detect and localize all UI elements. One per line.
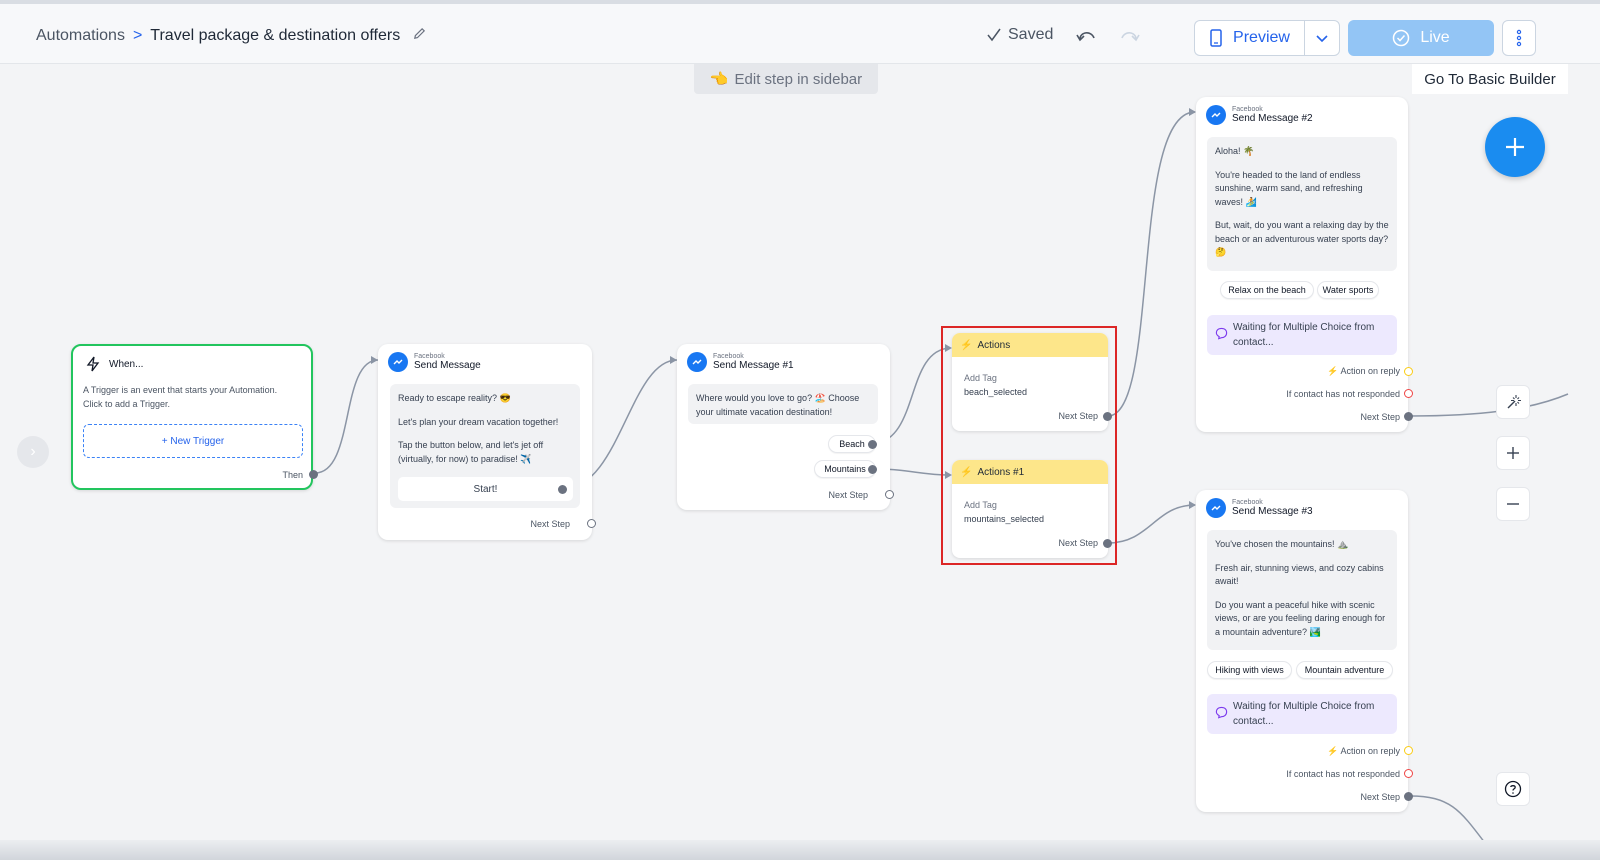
- next-step-label: Next Step: [1360, 792, 1400, 802]
- platform-label: Facebook: [414, 352, 445, 360]
- trigger-card[interactable]: When... A Trigger is an event that start…: [71, 344, 318, 490]
- next-step-handle[interactable]: [1404, 792, 1413, 801]
- lightning-icon: ⚡: [1327, 366, 1339, 376]
- messenger-icon: [1206, 105, 1226, 125]
- lightning-icon: ⚡: [1327, 746, 1339, 756]
- platform-label: Facebook: [713, 352, 744, 360]
- card-title: Send Message: [414, 360, 481, 372]
- platform-label: Facebook: [1232, 498, 1263, 506]
- help-button[interactable]: [1496, 772, 1530, 806]
- option-mountains-button[interactable]: Mountains: [814, 460, 876, 478]
- highlight-selection-box: [941, 326, 1117, 565]
- waiting-text: Waiting for Multiple Choice from contact…: [1233, 322, 1375, 348]
- trigger-title: When...: [109, 358, 144, 370]
- auto-arrange-button[interactable]: [1496, 385, 1530, 419]
- question-circle-icon: [1504, 780, 1522, 798]
- card-title: Send Message #2: [1232, 113, 1313, 125]
- message-text: Aloha! 🌴 You're headed to the land of en…: [1207, 137, 1397, 271]
- action-on-reply-label: ⚡ Action on reply: [1327, 746, 1400, 757]
- next-step-label: Next Step: [1360, 412, 1400, 422]
- action-on-reply-handle[interactable]: [1404, 746, 1413, 755]
- send-message-card[interactable]: Facebook Send Message Ready to escape re…: [378, 344, 596, 540]
- send-message-3-card[interactable]: Facebook Send Message #3 You've chosen t…: [1196, 490, 1413, 812]
- hiking-with-views-button[interactable]: Hiking with views: [1207, 661, 1292, 679]
- message-text: Where would you love to go? 🏖️ Choose yo…: [688, 384, 878, 424]
- not-responded-label: If contact has not responded: [1286, 389, 1400, 399]
- not-responded-handle[interactable]: [1404, 769, 1413, 778]
- option-label: Mountains: [824, 464, 866, 474]
- trigger-description: A Trigger is an event that starts your A…: [83, 385, 278, 409]
- plus-icon: [1507, 447, 1519, 459]
- action-on-reply-handle[interactable]: [1404, 367, 1413, 376]
- message-line: Do you want a peaceful hike with scenic …: [1215, 599, 1386, 637]
- option-label: Beach: [839, 439, 865, 449]
- minus-icon: [1507, 503, 1519, 505]
- magic-wand-icon: [1507, 395, 1521, 409]
- card-header: Facebook Send Message #3: [1206, 498, 1313, 518]
- add-step-button[interactable]: [1485, 117, 1545, 177]
- next-step-label: Next Step: [530, 519, 570, 529]
- send-message-1-card[interactable]: Facebook Send Message #1 Where would you…: [677, 344, 894, 510]
- action-on-reply-text: Action on reply: [1340, 366, 1400, 376]
- then-connector-handle[interactable]: [309, 470, 318, 479]
- next-step-handle[interactable]: [885, 490, 894, 499]
- message-line: Tap the button below, and let's jet off …: [398, 440, 544, 464]
- send-message-2-card[interactable]: Facebook Send Message #2 Aloha! 🌴 You're…: [1196, 97, 1413, 432]
- message-line: But, wait, do you want a relaxing day by…: [1215, 220, 1389, 257]
- start-connector-handle[interactable]: [558, 485, 567, 494]
- messenger-icon: [1206, 498, 1226, 518]
- messenger-icon: [388, 352, 408, 372]
- then-label: Then: [282, 470, 303, 480]
- next-step-handle[interactable]: [1404, 412, 1413, 421]
- card-header: Facebook Send Message #2: [1206, 105, 1313, 125]
- option-label: Mountain adventure: [1304, 665, 1385, 675]
- message-line: You're headed to the land of endless sun…: [1215, 169, 1363, 207]
- mountains-connector-handle[interactable]: [868, 465, 877, 474]
- message-line: Aloha! 🌴: [1215, 146, 1255, 156]
- messenger-icon: [687, 352, 707, 372]
- card-title: Send Message #1: [713, 360, 794, 372]
- option-label: Relax on the beach: [1228, 285, 1306, 295]
- message-line: Fresh air, stunning views, and cozy cabi…: [1215, 562, 1384, 587]
- message-line: Let's plan your dream vacation together!: [398, 416, 559, 427]
- message-line: Ready to escape reality? 😎: [398, 393, 511, 403]
- not-responded-handle[interactable]: [1404, 389, 1413, 398]
- waiting-status: Waiting for Multiple Choice from contact…: [1207, 694, 1397, 734]
- zoom-in-button[interactable]: [1496, 436, 1530, 470]
- start-button-label: Start!: [473, 483, 498, 495]
- waiting-text: Waiting for Multiple Choice from contact…: [1233, 701, 1375, 727]
- next-step-handle[interactable]: [587, 519, 596, 528]
- plus-icon: [1506, 138, 1524, 156]
- lightning-icon: [86, 356, 100, 372]
- option-label: Hiking with views: [1215, 665, 1284, 675]
- message-line: You've chosen the mountains! ⛰️: [1215, 539, 1349, 549]
- start-button[interactable]: Start!: [398, 477, 573, 501]
- card-header: Facebook Send Message #1: [687, 352, 794, 372]
- message-text: You've chosen the mountains! ⛰️ Fresh ai…: [1207, 530, 1397, 650]
- action-on-reply-label: ⚡ Action on reply: [1327, 366, 1400, 377]
- option-label: Water sports: [1322, 285, 1374, 295]
- platform-label: Facebook: [1232, 105, 1263, 113]
- zoom-out-button[interactable]: [1496, 487, 1530, 521]
- waiting-status: Waiting for Multiple Choice from contact…: [1207, 315, 1397, 355]
- relax-on-beach-button[interactable]: Relax on the beach: [1220, 281, 1314, 299]
- bottom-edge: [0, 840, 1600, 860]
- card-title: Send Message #3: [1232, 506, 1313, 518]
- chat-bubble-icon: [1215, 706, 1228, 719]
- card-header: Facebook Send Message: [388, 352, 481, 372]
- beach-connector-handle[interactable]: [868, 440, 877, 449]
- action-on-reply-text: Action on reply: [1340, 746, 1400, 756]
- water-sports-button[interactable]: Water sports: [1317, 281, 1379, 299]
- new-trigger-button[interactable]: + New Trigger: [83, 424, 303, 458]
- mountain-adventure-button[interactable]: Mountain adventure: [1296, 661, 1393, 679]
- next-step-label: Next Step: [828, 490, 868, 500]
- not-responded-label: If contact has not responded: [1286, 769, 1400, 779]
- chat-bubble-icon: [1215, 327, 1228, 340]
